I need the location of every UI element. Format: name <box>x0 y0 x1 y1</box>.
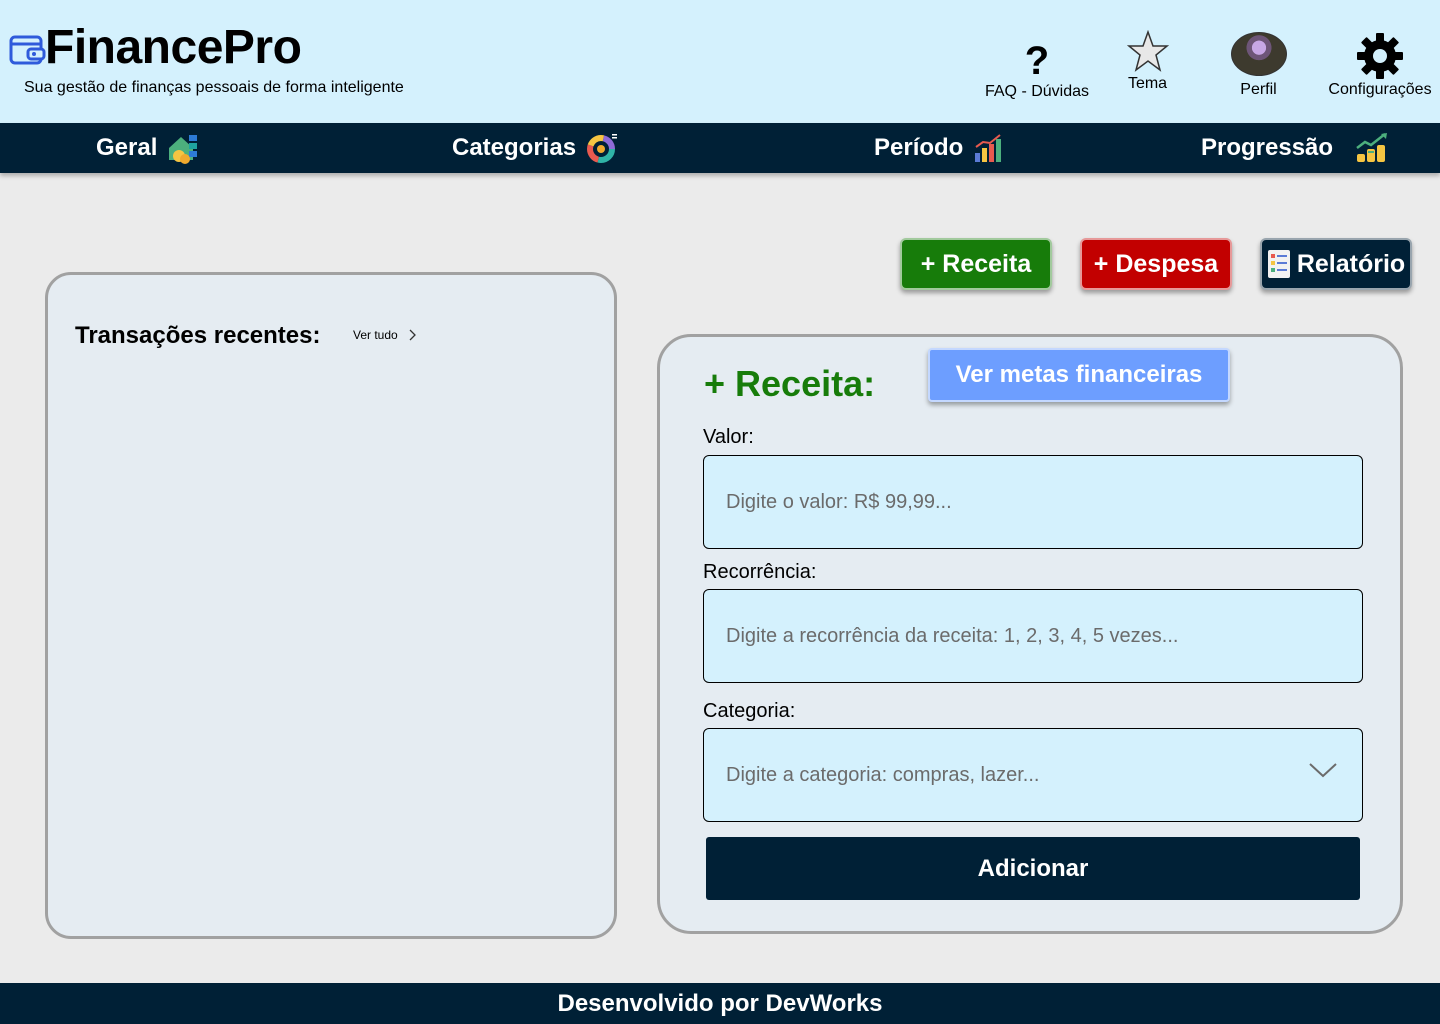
growth-coins-icon <box>1356 133 1388 162</box>
recent-transactions-panel: Transações recentes: Ver tudo <box>45 272 617 939</box>
faq-label: FAQ - Dúvidas <box>984 83 1090 100</box>
nav-label: Categorias <box>452 134 577 161</box>
theme-label: Tema <box>1127 75 1168 92</box>
footer: Desenvolvido por DevWorks <box>0 983 1440 1024</box>
house-coins-icon <box>169 135 198 164</box>
nav-item-periodo[interactable]: Período <box>874 131 1003 165</box>
chevron-right-icon <box>409 329 416 341</box>
nav-label: Geral <box>96 134 158 161</box>
nav-item-progressao[interactable]: Progressão <box>1201 131 1389 165</box>
recorrencia-label: Recorrência: <box>703 561 817 583</box>
nav-item-geral[interactable]: Geral <box>96 131 199 165</box>
nav-item-categorias[interactable]: Categorias <box>452 131 618 165</box>
relatorio-button[interactable]: Relatório <box>1260 238 1412 290</box>
app-name: FinancePro <box>45 21 302 74</box>
faq-button[interactable]: ? FAQ - Dúvidas <box>980 40 1094 102</box>
settings-button[interactable]: Configurações <box>1322 32 1438 100</box>
footer-text: Desenvolvido por DevWorks <box>557 989 883 1017</box>
settings-label: Configurações <box>1328 81 1432 98</box>
question-mark-icon: ? <box>1024 39 1050 83</box>
add-despesa-button[interactable]: + Despesa <box>1080 238 1232 290</box>
categoria-select[interactable]: Digite a categoria: compras, lazer... <box>703 728 1363 822</box>
valor-label: Valor: <box>703 426 754 448</box>
recent-transactions-title: Transações recentes: <box>75 322 321 349</box>
theme-button[interactable]: Tema <box>1110 30 1185 94</box>
add-receita-button[interactable]: + Receita <box>900 238 1052 290</box>
relatorio-label: Relatório <box>1296 249 1406 278</box>
recorrencia-input[interactable] <box>726 624 1362 648</box>
donut-chart-icon <box>587 134 618 163</box>
main-nav: Geral Categorias Período Progressão <box>0 123 1440 173</box>
ver-tudo-label: Ver tudo <box>353 328 398 342</box>
categoria-placeholder: Digite a categoria: compras, lazer... <box>726 763 1040 786</box>
nav-label: Progressão <box>1201 134 1334 161</box>
ver-metas-button[interactable]: Ver metas financeiras <box>928 348 1230 402</box>
profile-label: Perfil <box>1240 81 1277 98</box>
nav-label: Período <box>874 134 964 161</box>
header: FinancePro Sua gestão de finanças pessoa… <box>0 0 1440 123</box>
form-title: + Receita: <box>704 363 876 404</box>
valor-input[interactable] <box>726 490 1362 514</box>
report-icon <box>1267 250 1290 278</box>
ver-tudo-link[interactable]: Ver tudo <box>353 328 416 342</box>
categoria-label: Categoria: <box>703 700 796 722</box>
avatar <box>1230 32 1287 76</box>
tagline: Sua gestão de finanças pessoais de forma… <box>24 79 404 96</box>
gear-icon <box>1357 33 1403 79</box>
star-icon <box>1126 30 1169 72</box>
profile-button[interactable]: Perfil <box>1221 32 1296 100</box>
adicionar-button[interactable]: Adicionar <box>706 837 1360 900</box>
bar-chart-icon <box>975 134 1002 162</box>
valor-field-box <box>703 455 1363 549</box>
chevron-down-icon <box>1309 763 1337 778</box>
receita-form-panel: + Receita: Ver metas financeiras Valor: … <box>657 334 1403 934</box>
wallet-icon <box>9 35 46 65</box>
recorrencia-field-box <box>703 589 1363 683</box>
